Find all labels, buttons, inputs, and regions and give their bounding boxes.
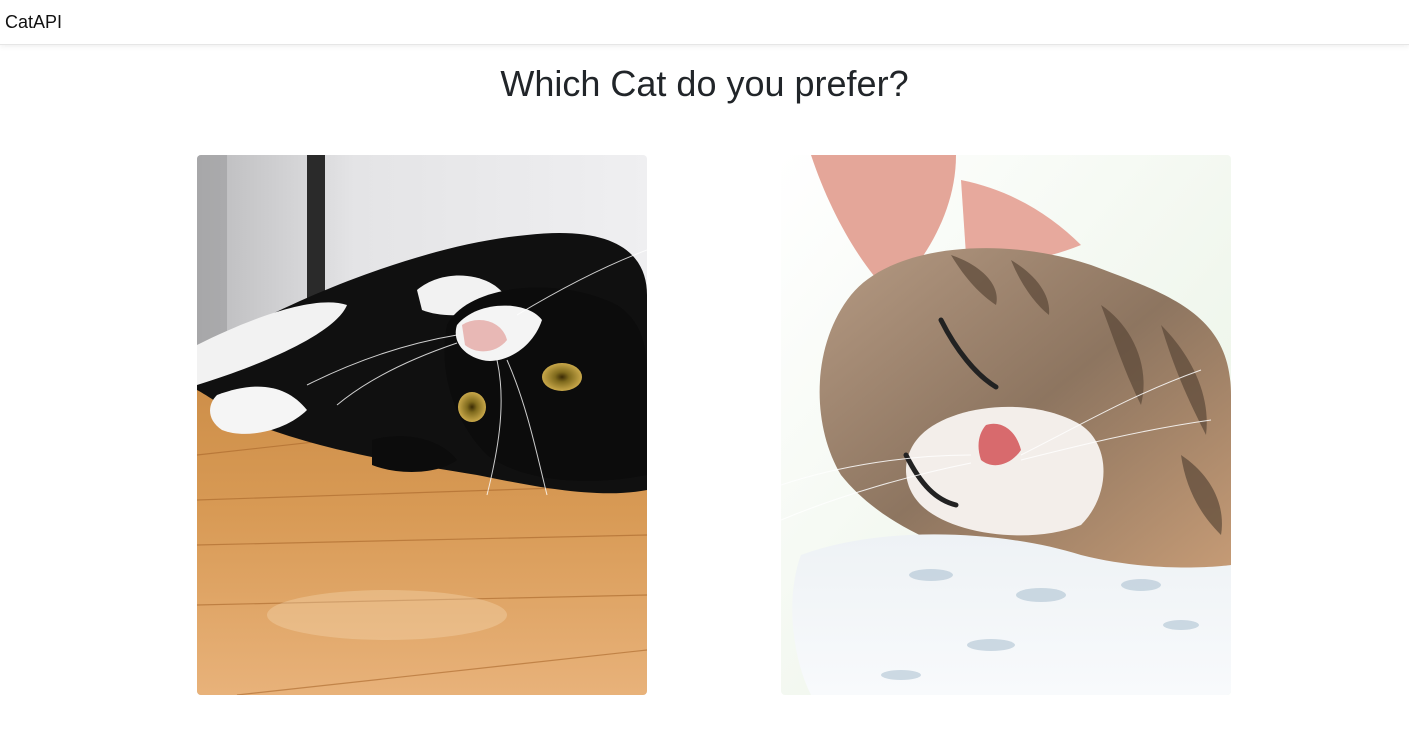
cat-photo-tuxedo: [197, 155, 647, 695]
navbar-brand[interactable]: CatAPI: [5, 11, 62, 33]
cat-photo-tabby-kitten: [781, 155, 1231, 695]
cat-image-option-2[interactable]: [781, 155, 1231, 695]
cat-image-option-1[interactable]: [197, 155, 647, 695]
page-title: Which Cat do you prefer?: [500, 63, 909, 104]
navbar: CatAPI: [0, 0, 1409, 45]
